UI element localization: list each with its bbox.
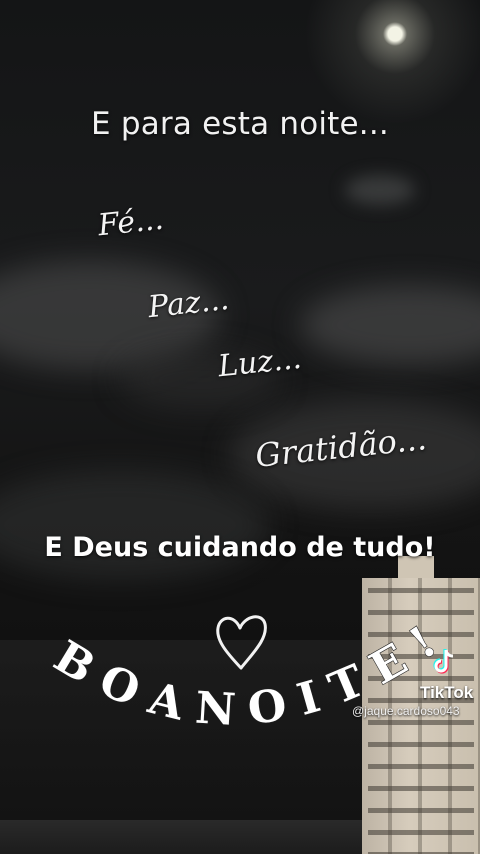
- watermark-brand: TikTok: [420, 683, 474, 702]
- greeting-arc: B O A N O I T E !: [45, 616, 446, 737]
- cloud: [345, 175, 415, 205]
- tiktok-logo-icon: [433, 649, 454, 674]
- watermark-handle: @jaque.cardoso043: [352, 704, 460, 718]
- cloud: [0, 470, 270, 580]
- word-fe: Fé...: [96, 201, 166, 244]
- cloud: [300, 285, 480, 365]
- night-scene-background: E para esta noite... Fé... Paz... Luz...…: [0, 0, 480, 854]
- overlay-title: E para esta noite...: [91, 106, 389, 142]
- word-luz: Luz...: [216, 340, 304, 385]
- overlay-subtitle: E Deus cuidando de tudo!: [44, 532, 436, 563]
